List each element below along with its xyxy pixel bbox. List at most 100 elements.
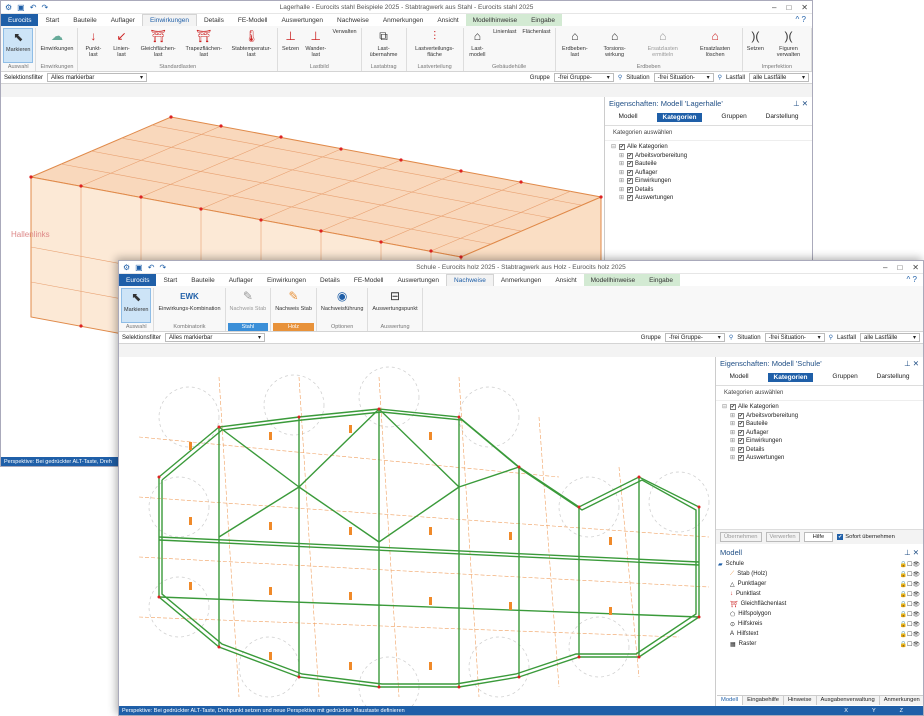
linienlast-button[interactable]: ↙ Linien-last xyxy=(108,28,134,63)
model-root[interactable]: ▰ Schule 🔒☐👁 xyxy=(716,559,923,569)
lastfall-select[interactable]: alle Lastfälle ▾ xyxy=(749,73,809,82)
verwerfen-button[interactable]: Verwerfen xyxy=(765,532,800,542)
tab-details[interactable]: Details xyxy=(197,14,231,26)
tab-fe-modell[interactable]: FE-Modell xyxy=(347,274,391,286)
markieren-button[interactable]: ⬉ Markieren xyxy=(121,288,152,323)
tab-eingabe[interactable]: Eingabe xyxy=(524,14,562,26)
minimize-icon[interactable]: – xyxy=(772,3,776,12)
tab-start[interactable]: Start xyxy=(38,14,66,26)
visibility-icon[interactable]: 🔒☐👁 xyxy=(900,561,920,568)
tab-darstellung[interactable]: Darstellung xyxy=(877,373,910,382)
tree-item[interactable]: ⊞ ✔ Arbeitsvorbereitung xyxy=(611,152,806,161)
tab-nachweise[interactable]: Nachweise xyxy=(330,14,376,26)
tab-file[interactable]: Eurocits xyxy=(119,274,157,286)
tab-auswertungen[interactable]: Auswertungen xyxy=(390,274,446,286)
lastfall-select[interactable]: alle Lastfälle ▾ xyxy=(860,333,920,342)
help-icon[interactable]: ? xyxy=(913,275,917,284)
model-item[interactable]: ⬠ Hilfspolygon 🔒☐👁 xyxy=(716,609,923,619)
tab-auswertungen[interactable]: Auswertungen xyxy=(274,14,330,26)
pin-close-icon[interactable]: ⊥ ✕ xyxy=(793,99,808,108)
coord-x[interactable]: X xyxy=(844,708,848,714)
model-item[interactable]: ▦ Raster 🔒☐👁 xyxy=(716,639,923,649)
trapezflaechenlast-button[interactable]: ⛩ Trapezflächen-last xyxy=(182,28,226,63)
tab-einwirkungen[interactable]: Einwirkungen xyxy=(260,274,313,286)
nachweisfuehrung-button[interactable]: ◉ Nachweisführung xyxy=(319,288,366,323)
situation-select[interactable]: -frei Situation- ▾ xyxy=(653,73,714,82)
nachweis-stab-stahl-button[interactable]: ✎ Nachweis Stab xyxy=(228,288,269,323)
tree-item[interactable]: ⊞ ✔ Bauteile xyxy=(611,160,806,169)
redo-icon[interactable]: ↷ xyxy=(159,263,166,272)
visibility-icon[interactable]: 🔒☐👁 xyxy=(900,591,920,598)
tab-auflager[interactable]: Auflager xyxy=(222,274,260,286)
nachweis-stab-holz-button[interactable]: ✎ Nachweis Stab xyxy=(273,288,314,323)
tab-gruppen[interactable]: Gruppen xyxy=(721,113,746,122)
filter-icon[interactable]: ⚲ xyxy=(618,74,622,81)
uebernehmen-button[interactable]: Übernehmen xyxy=(720,532,762,542)
lastverteilungsflaeche-button[interactable]: ⫶ Lastverteilungs-fläche xyxy=(409,28,461,63)
tab-bauteile[interactable]: Bauteile xyxy=(184,274,222,286)
selection-filter-select[interactable]: Alles markierbar ▾ xyxy=(165,333,266,342)
erdbebenlast-button[interactable]: ⌂ Erdbeben-last xyxy=(558,28,593,63)
selection-filter-select[interactable]: Alles markierbar ▾ xyxy=(47,73,148,82)
model-item[interactable]: ⟋ Stab (Holz) 🔒☐👁 xyxy=(716,569,923,579)
lastuebernahme-button[interactable]: ⧉ Last-übernahme xyxy=(364,28,404,63)
ersatzlasten-ermitteln-button[interactable]: ⌂ Ersatzlasten ermitteln xyxy=(637,28,688,63)
redo-icon[interactable]: ↷ xyxy=(41,3,48,12)
hilfe-button[interactable]: Hilfe xyxy=(803,532,834,542)
tree-item[interactable]: ⊞ ✔ Auflager xyxy=(611,169,806,178)
punktlast-button[interactable]: ↓ Punkt-last xyxy=(80,28,106,63)
tree-item[interactable]: ⊞ ✔ Auswertungen xyxy=(611,194,806,203)
stabtemperaturlast-button[interactable]: 🌡 Stabtemperatur-last xyxy=(228,28,275,63)
model-item[interactable]: ⛩ Gleichflächenlast 🔒☐👁 xyxy=(716,599,923,609)
undo-icon[interactable]: ↶ xyxy=(148,263,155,272)
tree-item[interactable]: ⊟ ✔ Alle Kategorien xyxy=(611,143,806,152)
tab-modell-bottom[interactable]: Modell xyxy=(717,696,744,705)
imperfektion-setzen-button[interactable]: )(Setzen xyxy=(745,28,766,63)
coord-z[interactable]: Z xyxy=(900,708,903,714)
close-icon[interactable]: ✕ xyxy=(912,263,919,272)
tab-modell[interactable]: Modell xyxy=(618,113,637,122)
tab-ausgabenverwaltung[interactable]: Ausgabenverwaltung xyxy=(817,696,880,705)
model-item[interactable]: ↓ Punktlast 🔒☐👁 xyxy=(716,589,923,599)
tree-item[interactable]: ⊞ ✔ Einwirkungen xyxy=(611,177,806,186)
gruppe-select[interactable]: -frei Gruppe- ▾ xyxy=(664,333,725,342)
collapse-icon[interactable]: ^ xyxy=(796,15,800,24)
tab-modellhinweise[interactable]: Modellhinweise xyxy=(583,274,643,286)
collapse-icon[interactable]: ^ xyxy=(907,275,911,284)
model-item[interactable]: A Hilfstext 🔒☐👁 xyxy=(716,629,923,639)
tree-item[interactable]: ⊞ ✔ Arbeitsvorbereitung xyxy=(722,412,917,421)
tab-kategorien[interactable]: Kategorien xyxy=(656,113,703,122)
tab-anmerkungen-bottom[interactable]: Anmerkungen xyxy=(880,696,923,705)
tab-anmerkungen[interactable]: Anmerkungen xyxy=(494,274,548,286)
tab-modell[interactable]: Modell xyxy=(729,373,748,382)
tree-item[interactable]: ⊞ ✔ Auswertungen xyxy=(722,454,917,463)
model-item[interactable]: △ Punktlager 🔒☐👁 xyxy=(716,579,923,589)
figuren-verwalten-button[interactable]: )(Figuren verwalten xyxy=(768,28,809,63)
tab-eingabe[interactable]: Eingabe xyxy=(642,274,680,286)
save-icon[interactable]: ▣ xyxy=(17,3,25,12)
sofort-uebernehmen-checkbox[interactable]: ✔ Sofort übernehmen xyxy=(837,532,895,542)
maximize-icon[interactable]: □ xyxy=(786,3,791,12)
tab-einwirkungen[interactable]: Einwirkungen xyxy=(141,14,197,26)
app-icon[interactable]: ⚙ xyxy=(123,263,130,272)
filter-icon[interactable]: ⚲ xyxy=(829,334,833,341)
visibility-icon[interactable]: 🔒☐👁 xyxy=(900,581,920,588)
viewport-3d[interactable] xyxy=(119,357,717,715)
auswertungspunkt-button[interactable]: ⊟ Auswertungspunkt xyxy=(370,288,419,323)
lastmodell-button[interactable]: ⌂ Last-modell xyxy=(466,28,489,63)
save-icon[interactable]: ▣ xyxy=(135,263,143,272)
close-icon[interactable]: ✕ xyxy=(801,3,808,12)
verwalten-button[interactable]: Verwalten xyxy=(330,28,358,63)
tab-anmerkungen[interactable]: Anmerkungen xyxy=(376,14,430,26)
tree-item[interactable]: ⊞ ✔ Details xyxy=(722,446,917,455)
tab-file[interactable]: Eurocits xyxy=(1,14,39,26)
tab-modellhinweise[interactable]: Modellhinweise xyxy=(465,14,525,26)
situation-select[interactable]: -frei Situation- ▾ xyxy=(764,333,825,342)
tree-item[interactable]: ⊟ ✔ Alle Kategorien xyxy=(722,403,917,412)
tab-details[interactable]: Details xyxy=(313,274,347,286)
linienlast2-button[interactable]: Linienlast xyxy=(491,28,518,63)
tab-start[interactable]: Start xyxy=(156,274,184,286)
tab-kategorien[interactable]: Kategorien xyxy=(767,373,814,382)
filter-icon[interactable]: ⚲ xyxy=(729,334,733,341)
pin-close-icon[interactable]: ⊥ ✕ xyxy=(904,359,919,368)
